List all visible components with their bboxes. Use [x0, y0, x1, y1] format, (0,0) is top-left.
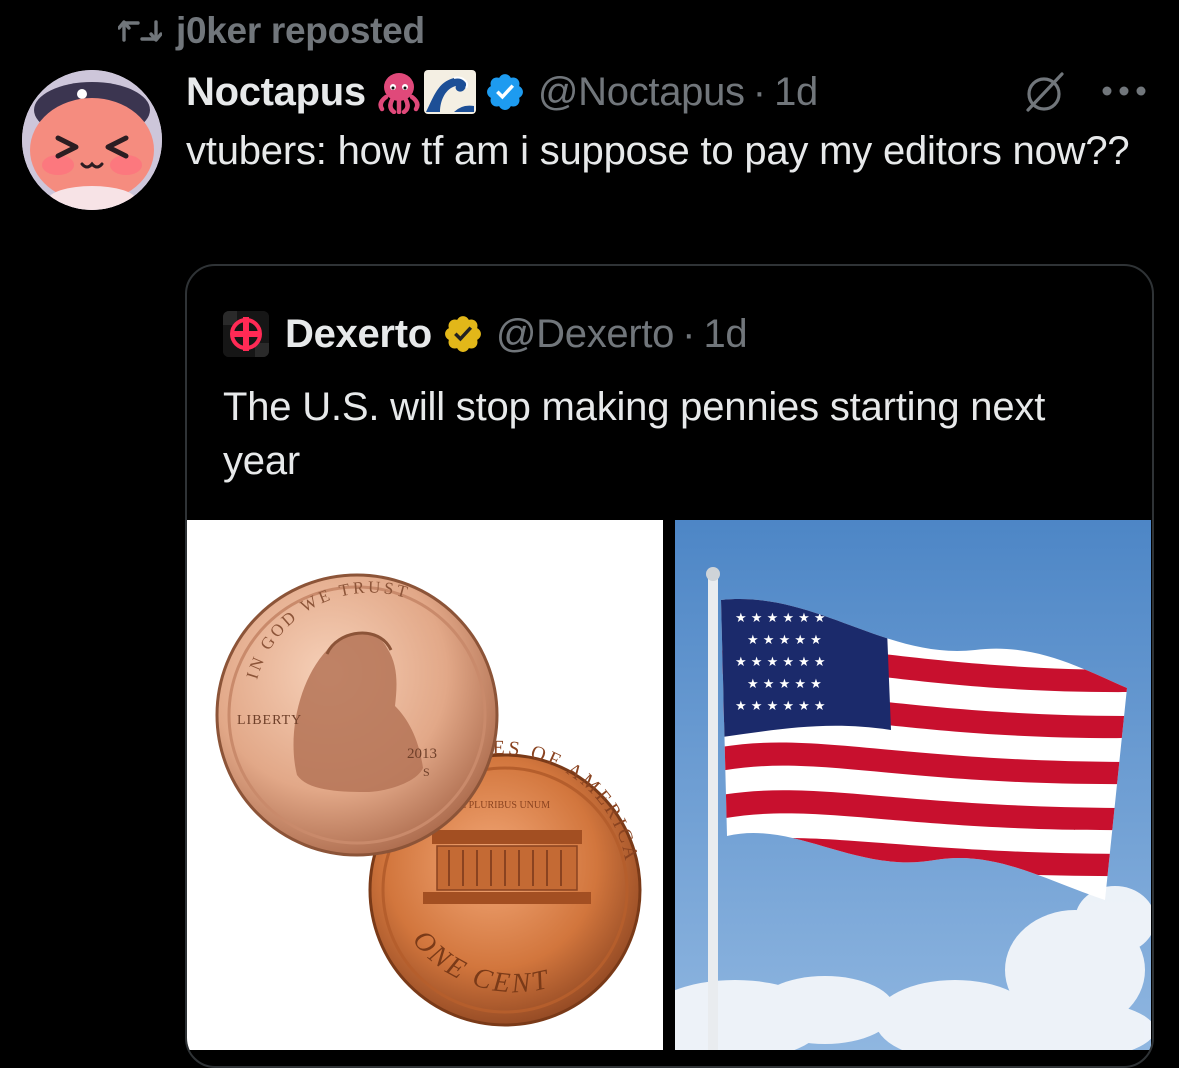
penny-pluribus: E PLURIBUS UNUM [460, 800, 550, 811]
grok-icon[interactable] [1022, 70, 1068, 116]
quoted-tweet[interactable]: Dexerto @Dexerto · 1d The U.S. will stop… [185, 264, 1154, 1068]
quote-handle[interactable]: @Dexerto [496, 312, 675, 357]
avatar[interactable] [22, 70, 162, 210]
quote-header: Dexerto @Dexerto · 1d [223, 310, 748, 358]
author-handle[interactable]: @Noctapus [538, 70, 745, 115]
repost-icon [118, 20, 162, 42]
svg-text:★ ★ ★ ★ ★ ★: ★ ★ ★ ★ ★ ★ [735, 611, 826, 626]
wave-icon [423, 70, 476, 114]
svg-text:★ ★ ★ ★ ★ ★: ★ ★ ★ ★ ★ ★ [735, 699, 826, 714]
quote-author-name[interactable]: Dexerto [285, 312, 432, 357]
tweet-text: vtubers: how tf am i suppose to pay my e… [186, 129, 1130, 173]
tweet-header: Noctapus @Noctapus · 1d [186, 66, 818, 118]
quote-separator: · [682, 311, 696, 356]
quote-timestamp[interactable]: 1d [703, 312, 747, 357]
penny-mint-mark: S [423, 765, 430, 779]
penny-year: 2013 [407, 746, 437, 762]
repost-label: j0ker reposted [176, 10, 425, 51]
author-emojis [374, 70, 476, 114]
separator: · [752, 69, 767, 114]
gold-verified-badge-icon [444, 316, 481, 352]
penny-liberty: LIBERTY [237, 713, 302, 728]
repost-indicator[interactable]: j0ker reposted [118, 8, 425, 54]
svg-text:★ ★ ★ ★ ★: ★ ★ ★ ★ ★ [747, 677, 822, 692]
svg-text:★ ★ ★ ★ ★: ★ ★ ★ ★ ★ [747, 633, 822, 648]
quote-media: STATES OF AMERICA E PLURIBUS UNUM ONE CE… [187, 520, 1152, 1066]
octopus-icon [378, 73, 420, 114]
quote-text: The U.S. will stop making pennies starti… [223, 385, 1046, 483]
quote-avatar[interactable] [223, 311, 269, 357]
flag-image[interactable]: ★ ★ ★ ★ ★ ★ ★ ★ ★ ★ ★ ★ ★ ★ ★ ★ ★ ★ ★ ★ … [675, 520, 1151, 1050]
author-name[interactable]: Noctapus [186, 70, 366, 115]
timestamp[interactable]: 1d [774, 70, 818, 115]
more-icon[interactable] [1098, 76, 1150, 106]
verified-badge-icon [486, 74, 523, 110]
penny-image[interactable]: STATES OF AMERICA E PLURIBUS UNUM ONE CE… [187, 520, 663, 1050]
svg-text:★ ★ ★ ★ ★ ★: ★ ★ ★ ★ ★ ★ [735, 655, 826, 670]
